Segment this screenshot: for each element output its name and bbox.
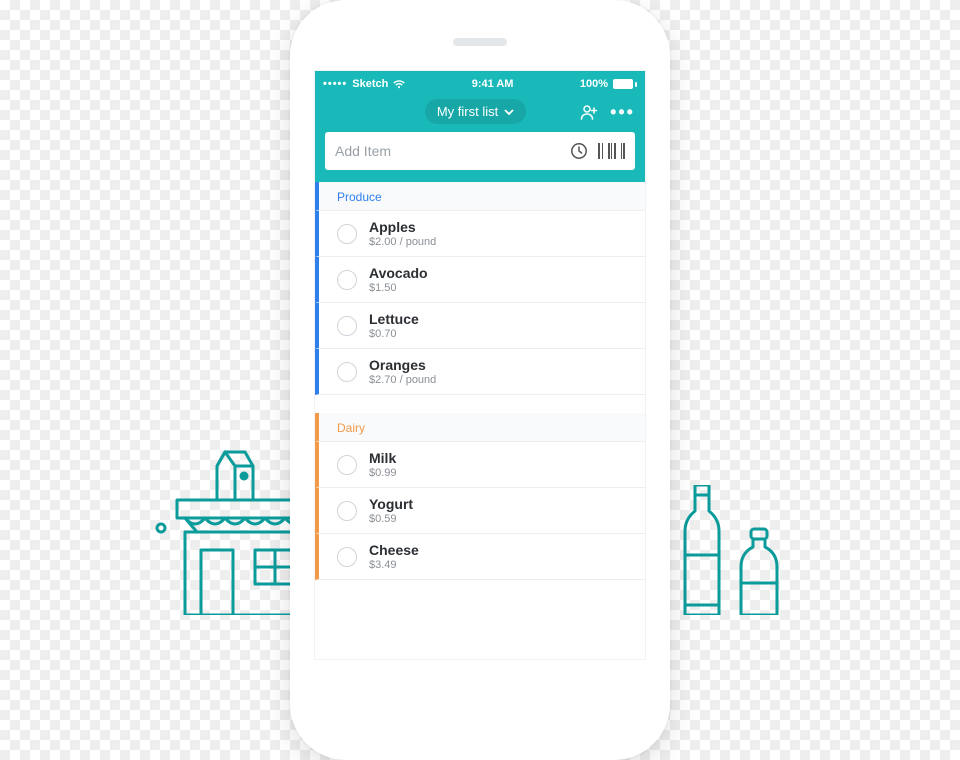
app-header: ••••• Sketch 9:41 AM 100% My first list (315, 71, 645, 182)
item-text: Yogurt$0.59 (369, 496, 413, 525)
item-price: $2.70 / pound (369, 374, 436, 386)
list-item[interactable]: Cheese$3.49 (315, 534, 645, 580)
more-menu-button[interactable]: ••• (610, 103, 635, 121)
wifi-icon (393, 79, 405, 89)
item-checkbox[interactable] (337, 270, 357, 290)
item-checkbox[interactable] (337, 455, 357, 475)
item-price: $0.99 (369, 467, 397, 479)
list-item[interactable]: Oranges$2.70 / pound (315, 349, 645, 395)
item-price: $0.59 (369, 513, 413, 525)
section-header-dairy: Dairy (315, 413, 645, 442)
item-text: Oranges$2.70 / pound (369, 357, 436, 386)
nav-bar: My first list ••• (315, 93, 645, 132)
section-gap (315, 395, 645, 413)
item-price: $3.49 (369, 559, 419, 571)
item-checkbox[interactable] (337, 362, 357, 382)
phone-frame: ••••• Sketch 9:41 AM 100% My first list (290, 0, 670, 760)
item-checkbox[interactable] (337, 547, 357, 567)
battery-pct-label: 100% (580, 78, 608, 90)
item-text: Milk$0.99 (369, 450, 397, 479)
item-text: Apples$2.00 / pound (369, 219, 436, 248)
item-text: Cheese$3.49 (369, 542, 419, 571)
app-screen: ••••• Sketch 9:41 AM 100% My first list (314, 70, 646, 660)
grocery-list: Produce Apples$2.00 / pound Avocado$1.50 Le… (315, 182, 645, 580)
clock-label: 9:41 AM (472, 78, 514, 90)
list-item[interactable]: Avocado$1.50 (315, 257, 645, 303)
item-name: Milk (369, 450, 397, 466)
item-checkbox[interactable] (337, 316, 357, 336)
item-price: $0.70 (369, 328, 419, 340)
chevron-down-icon (504, 109, 514, 115)
history-icon[interactable] (570, 142, 588, 160)
list-item[interactable]: Milk$0.99 (315, 442, 645, 488)
item-name: Lettuce (369, 311, 419, 327)
battery-icon (613, 79, 637, 89)
status-bar: ••••• Sketch 9:41 AM 100% (315, 71, 645, 93)
list-item[interactable]: Apples$2.00 / pound (315, 211, 645, 257)
phone-speaker (453, 38, 507, 46)
add-item-input[interactable] (335, 143, 560, 159)
item-price: $2.00 / pound (369, 236, 436, 248)
item-checkbox[interactable] (337, 224, 357, 244)
list-title-label: My first list (437, 104, 498, 119)
item-text: Avocado$1.50 (369, 265, 428, 294)
barcode-scan-icon[interactable] (598, 143, 625, 159)
list-selector-button[interactable]: My first list (425, 99, 526, 124)
add-item-bar (325, 132, 635, 170)
list-item[interactable]: Yogurt$0.59 (315, 488, 645, 534)
list-item[interactable]: Lettuce$0.70 (315, 303, 645, 349)
item-name: Avocado (369, 265, 428, 281)
section-header-produce: Produce (315, 182, 645, 211)
item-checkbox[interactable] (337, 501, 357, 521)
item-name: Apples (369, 219, 436, 235)
signal-dots-icon: ••••• (323, 78, 347, 90)
item-text: Lettuce$0.70 (369, 311, 419, 340)
item-name: Cheese (369, 542, 419, 558)
carrier-label: Sketch (352, 78, 388, 90)
item-price: $1.50 (369, 282, 428, 294)
item-name: Yogurt (369, 496, 413, 512)
decoration-bottles-icon (675, 485, 795, 615)
item-name: Oranges (369, 357, 436, 373)
add-person-icon[interactable] (580, 104, 598, 120)
